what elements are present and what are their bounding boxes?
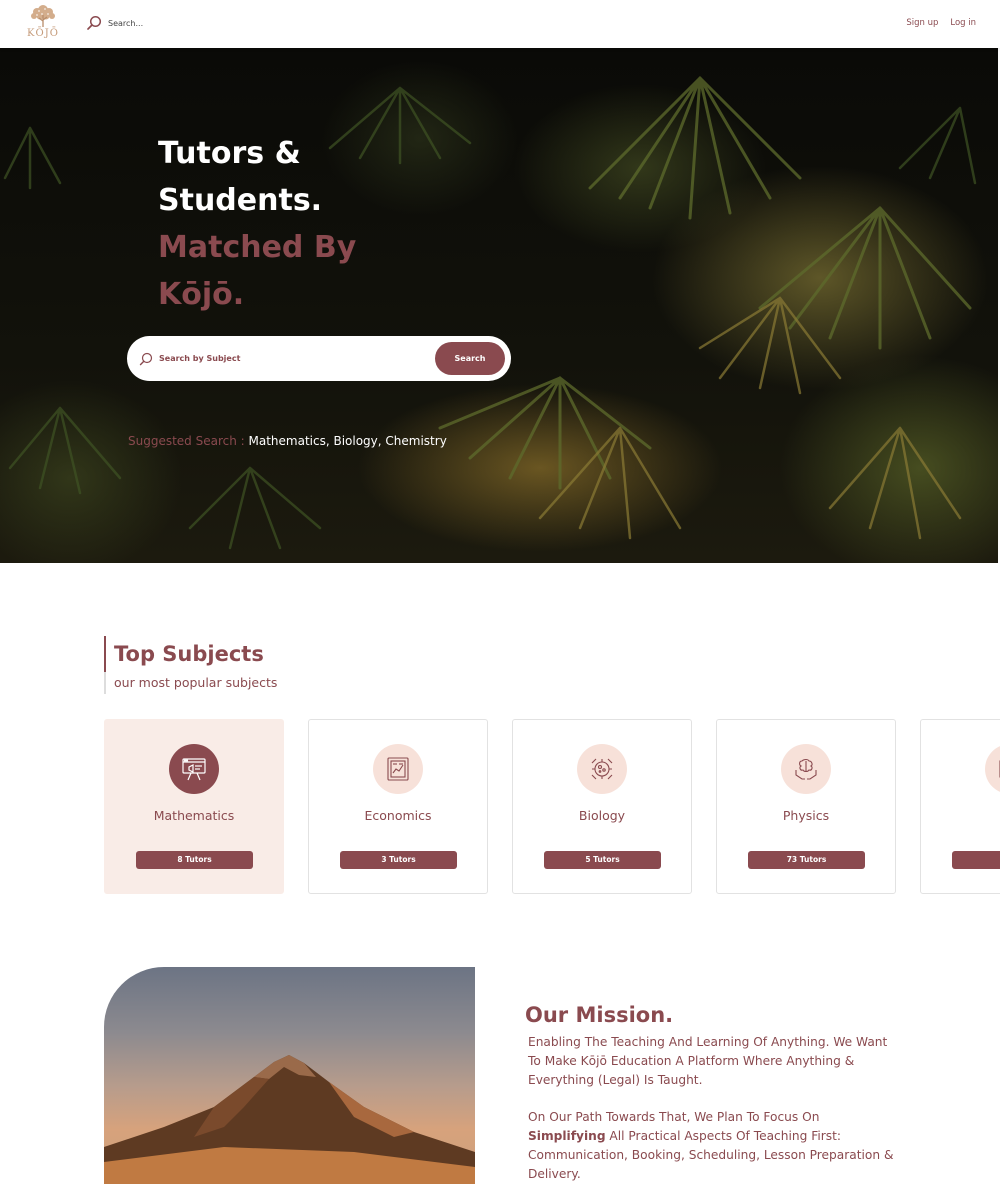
top-subjects-subheading: our most popular subjects	[104, 672, 277, 694]
jungle-leaves-background	[3, 76, 977, 550]
economics-chart-icon	[373, 744, 423, 794]
mission-text: On Our Path Towards That, We Plan To Foc…	[528, 1110, 820, 1124]
top-navbar: KŌJŌ Sign up Log in	[0, 0, 1000, 48]
mission-paragraph: Enabling The Teaching And Learning Of An…	[528, 1035, 888, 1087]
english-book-icon	[985, 744, 1000, 794]
suggested-search: Suggested Search : Mathematics, Biology,…	[128, 434, 447, 448]
nav-search	[86, 15, 228, 31]
hero-title-line: Matched By	[158, 230, 357, 265]
mountain-image	[104, 967, 475, 1184]
subject-card-biology[interactable]: Biology 5 Tutors	[512, 719, 692, 894]
subject-card-mathematics[interactable]: Mathematics 8 Tutors	[104, 719, 284, 894]
hero-title-line: Kōjō.	[158, 277, 245, 312]
brain-hands-icon	[781, 744, 831, 794]
subject-name: Mathematics	[153, 808, 235, 823]
tutor-count-badge: 5 Tutors	[544, 851, 661, 869]
tutor-count-badge: 8 Tutors	[136, 851, 253, 869]
nav-search-input[interactable]	[108, 18, 228, 28]
search-button[interactable]: Search	[435, 342, 505, 375]
subject-card-english[interactable]: En 573+	[920, 719, 1000, 894]
search-icon[interactable]	[86, 15, 102, 31]
hero-title: Tutors & Students. Matched By Kōjō.	[158, 130, 356, 318]
hero-banner: Tutors & Students. Matched By Kōjō. Sear…	[0, 48, 998, 563]
auth-links: Sign up Log in	[906, 18, 976, 28]
subject-search-bar: Search	[127, 336, 511, 381]
signup-link[interactable]: Sign up	[906, 18, 938, 28]
kojo-logo[interactable]: KŌJŌ	[24, 3, 62, 45]
hero-title-line: Students.	[158, 183, 323, 218]
logo-text: KŌJŌ	[27, 28, 59, 39]
tree-logo-icon	[31, 5, 55, 27]
subject-name: En	[921, 808, 1000, 823]
search-icon	[139, 352, 153, 365]
subject-search-input[interactable]	[159, 354, 419, 363]
mission-paragraph: On Our Path Towards That, We Plan To Foc…	[528, 1108, 898, 1184]
tutor-count-badge: 73 Tutors	[748, 851, 865, 869]
subject-card-physics[interactable]: Physics 73 Tutors	[716, 719, 896, 894]
bacteria-icon	[577, 744, 627, 794]
suggested-search-links[interactable]: Mathematics, Biology, Chemistry	[249, 434, 447, 448]
subject-name: Economics	[364, 808, 432, 823]
subject-name: Physics	[782, 808, 830, 823]
projector-board-icon	[169, 744, 219, 794]
section-subtitle: our most popular subjects	[114, 675, 278, 690]
subject-cards-carousel: Mathematics 8 Tutors Economics 3 Tutors …	[104, 719, 1000, 894]
hero-title-line: Tutors &	[158, 136, 301, 171]
suggested-search-label: Suggested Search :	[128, 434, 249, 448]
tutor-count-badge: 3 Tutors	[340, 851, 457, 869]
subject-name: Biology	[578, 808, 626, 823]
section-title: Top Subjects	[114, 642, 264, 666]
mission-emphasis: Simplifying	[528, 1129, 606, 1143]
tutor-count-badge: 573+	[952, 851, 1000, 869]
mission-title: Our Mission.	[525, 1003, 674, 1027]
subject-card-economics[interactable]: Economics 3 Tutors	[308, 719, 488, 894]
top-subjects-heading: Top Subjects	[104, 636, 264, 672]
login-link[interactable]: Log in	[950, 18, 976, 28]
